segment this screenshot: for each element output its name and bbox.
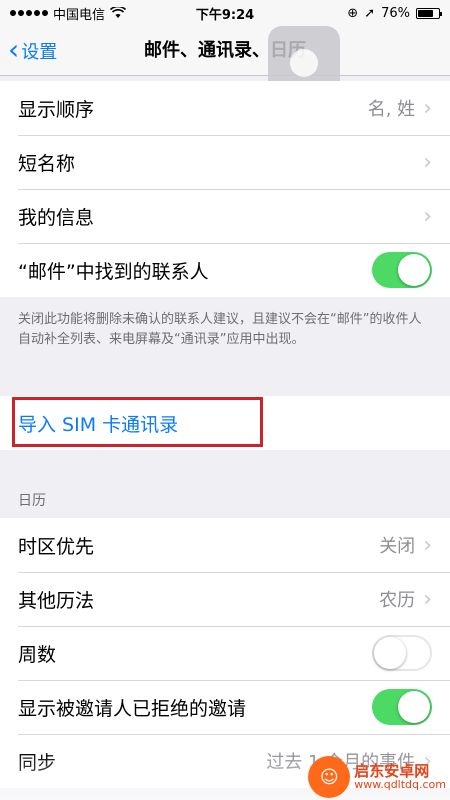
status-bar: 中国电信 下午9:24 ⊕ ➚ 76%	[0, 0, 450, 26]
display-order-row[interactable]: 显示顺序 名, 姓 ›	[0, 81, 450, 135]
carrier-label: 中国电信	[53, 7, 106, 23]
watermark-url: www.qdltdq.com	[354, 778, 446, 792]
chevron-right-icon: ›	[423, 95, 432, 121]
watermark-logo-icon: ☺	[308, 756, 351, 798]
import-sim-contacts-button[interactable]: 导入 SIM 卡通讯录	[0, 396, 450, 450]
my-info-row[interactable]: 我的信息 ›	[0, 189, 450, 243]
watermark: ☺ 启东安卓网 www.qdltdq.com	[308, 756, 446, 798]
time-zone-override-row[interactable]: 时区优先 关闭 ›	[0, 518, 450, 572]
week-numbers-row: 周数	[0, 626, 450, 680]
chevron-right-icon: ›	[423, 149, 432, 175]
row-label: 同步	[18, 751, 57, 774]
watermark-title: 启东安卓网	[354, 761, 430, 780]
row-label: 短名称	[18, 152, 76, 175]
contacts-found-in-mail-row: “邮件”中找到的联系人	[0, 243, 450, 297]
row-label: 我的信息	[18, 206, 95, 229]
row-detail: 农历	[379, 590, 416, 611]
short-name-row[interactable]: 短名称 ›	[0, 135, 450, 189]
alternate-calendars-row[interactable]: 其他历法 农历 ›	[0, 572, 450, 626]
week-numbers-toggle[interactable]	[372, 635, 432, 671]
row-label: “邮件”中找到的联系人	[18, 260, 209, 283]
import-sim-label: 导入 SIM 卡通讯录	[18, 413, 179, 436]
battery-percent: 76%	[381, 5, 410, 21]
row-label: 周数	[18, 643, 57, 666]
chevron-right-icon: ›	[423, 586, 432, 612]
calendar-settings-group: 时区优先 关闭 › 其他历法 农历 › 周数 显示被邀请人已拒绝的邀请 同步 过…	[0, 518, 450, 788]
row-detail: 名, 姓	[367, 99, 416, 120]
show-declined-invitees-row: 显示被邀请人已拒绝的邀请	[0, 680, 450, 734]
contacts-found-in-mail-toggle[interactable]	[372, 252, 432, 288]
row-label: 显示顺序	[18, 98, 95, 121]
wifi-icon	[110, 7, 127, 18]
row-label: 时区优先	[18, 535, 95, 558]
chevron-right-icon: ›	[423, 203, 432, 229]
row-label: 其他历法	[18, 589, 95, 612]
battery-icon	[416, 7, 442, 19]
page-title: 邮件、通讯录、日历	[144, 40, 306, 61]
contacts-settings-group: 显示顺序 名, 姓 › 短名称 › 我的信息 › “邮件”中找到的联系人	[0, 81, 450, 297]
location-icon: ➚	[364, 5, 376, 21]
orientation-lock-icon: ⊕	[347, 5, 359, 21]
navigation-bar: ‹ 设置 邮件、通讯录、日历	[0, 26, 450, 100]
footnote-text: 关闭此功能将删除未确认的联系人建议，且建议不会在“邮件”的收件人自动补全列表、来…	[18, 312, 422, 347]
calendar-section-header: 日历	[18, 493, 46, 509]
row-label: 显示被邀请人已拒绝的邀请	[18, 697, 247, 720]
chevron-right-icon: ›	[423, 532, 432, 558]
show-declined-invitees-toggle[interactable]	[372, 689, 432, 725]
row-detail: 关闭	[379, 536, 416, 557]
signal-icon	[10, 10, 48, 16]
